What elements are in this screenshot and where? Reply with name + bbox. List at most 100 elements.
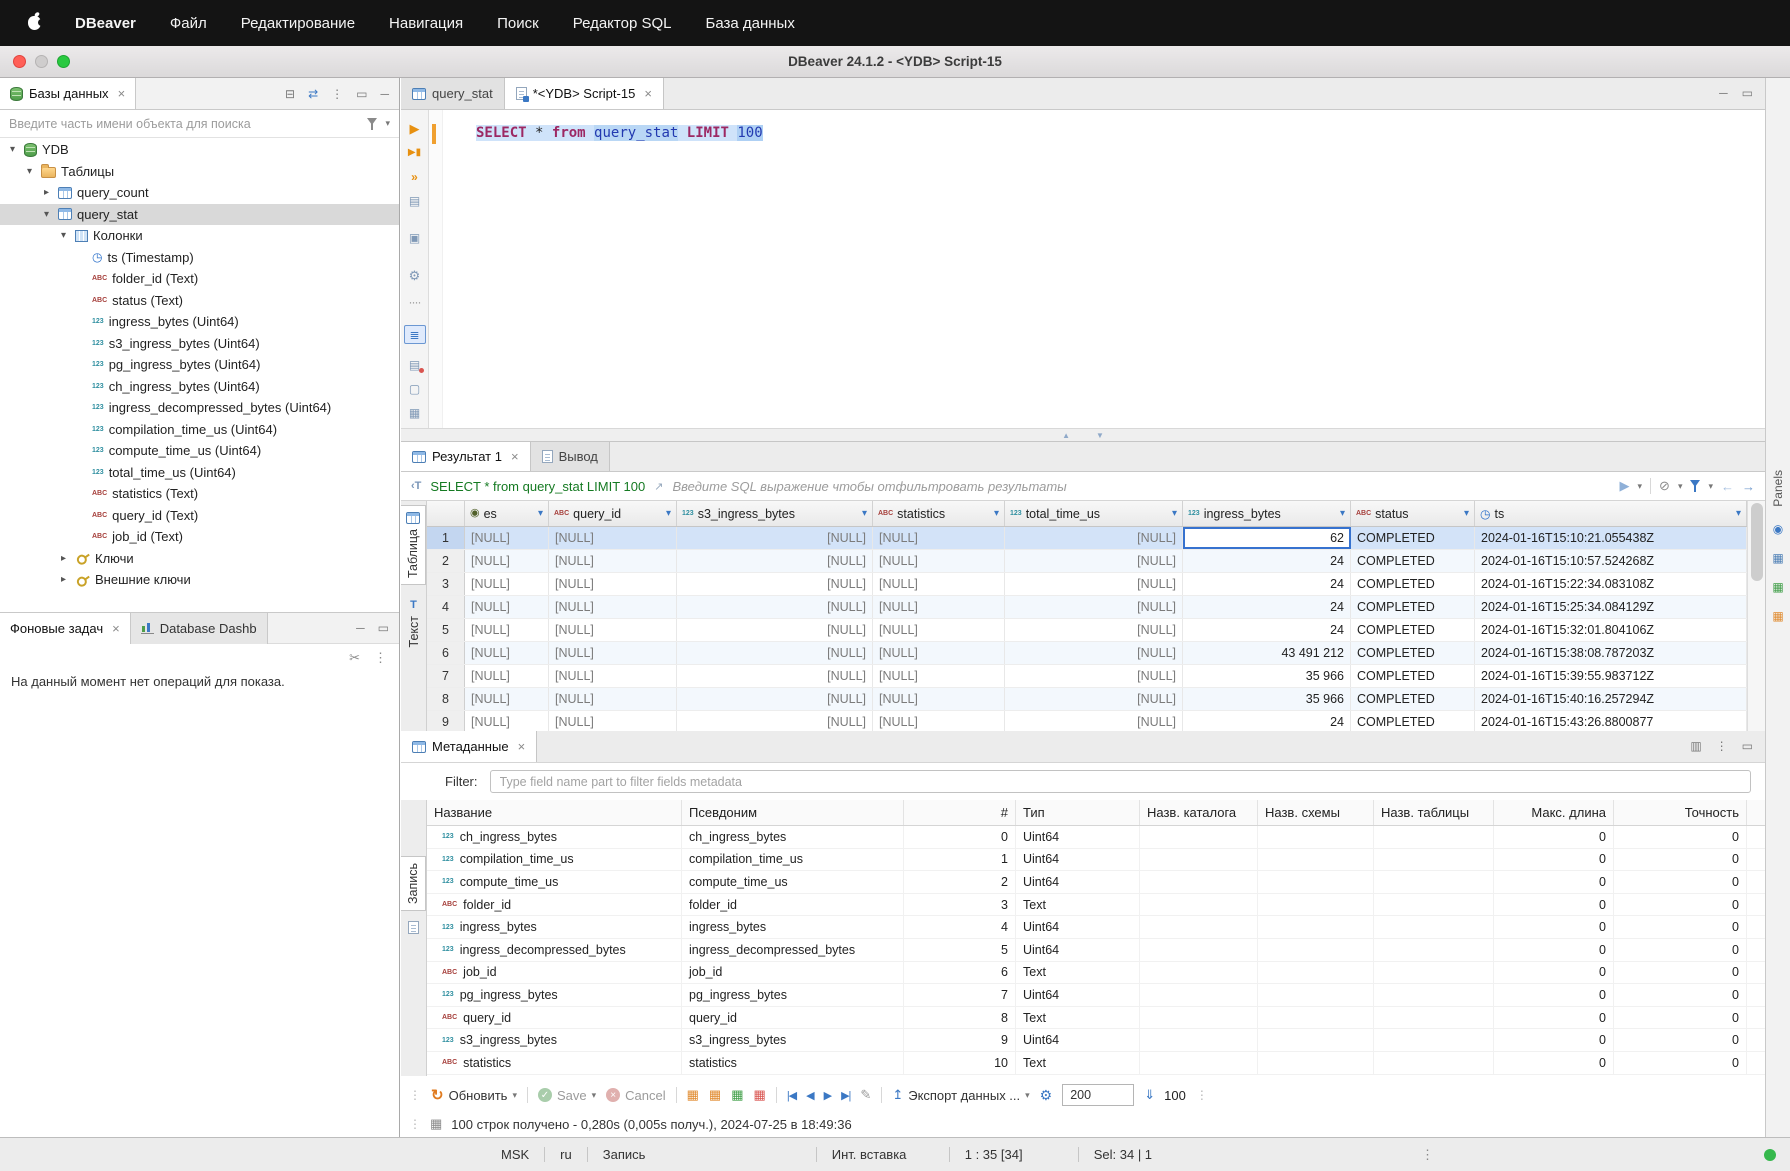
meta-cell[interactable]: 4 <box>904 916 1016 938</box>
grid-cell[interactable]: [NULL] <box>549 688 677 710</box>
grid-row[interactable]: 3[NULL][NULL][NULL][NULL][NULL]24COMPLET… <box>427 573 1747 596</box>
meta-cell[interactable] <box>1258 939 1374 961</box>
minimize-panel-icon[interactable]: ─ <box>356 621 365 635</box>
meta-cell[interactable] <box>1140 1029 1258 1051</box>
grid-cell[interactable]: [NULL] <box>465 619 549 641</box>
scrollbar-thumb[interactable] <box>1751 503 1763 581</box>
meta-cell[interactable] <box>1140 826 1258 848</box>
results-grid[interactable]: ◉es▾ABCquery_id▾123s3_ingress_bytes▾ABCs… <box>427 501 1747 731</box>
grid-cell[interactable]: [NULL] <box>1005 573 1183 595</box>
meta-cell[interactable]: 0 <box>1614 1007 1747 1029</box>
meta-cell[interactable]: 2 <box>904 871 1016 893</box>
meta-cell[interactable] <box>1140 939 1258 961</box>
tree-item[interactable]: 123compilation_time_us (Uint64) <box>0 419 399 441</box>
grid-cell[interactable]: [NULL] <box>1005 688 1183 710</box>
cancel-task-icon[interactable]: ✂ <box>349 650 360 666</box>
meta-cell[interactable]: 6 <box>904 962 1016 984</box>
meta-cell[interactable] <box>1140 1052 1258 1074</box>
column-sort-dropdown-icon[interactable]: ▾ <box>1736 508 1741 519</box>
meta-row[interactable]: 123compute_time_uscompute_time_us2Uint64… <box>427 871 1765 894</box>
meta-cell[interactable]: 0 <box>1614 984 1747 1006</box>
grid-cell[interactable]: 43 491 212 <box>1183 642 1351 664</box>
meta-cell[interactable]: 0 <box>1494 894 1614 916</box>
grid-cell[interactable]: [NULL] <box>873 550 1005 572</box>
new-script-icon[interactable]: ▢ <box>404 379 426 398</box>
column-header-total_time_us[interactable]: 123total_time_us▾ <box>1005 501 1183 526</box>
close-icon[interactable]: × <box>511 449 519 464</box>
refresh-caret-icon[interactable]: ▾ <box>512 1090 517 1101</box>
close-icon[interactable]: × <box>644 86 652 101</box>
grid-row[interactable]: 5[NULL][NULL][NULL][NULL][NULL]24COMPLET… <box>427 619 1747 642</box>
clear-filter-icon[interactable]: ⊘ <box>1659 478 1670 494</box>
meta-cell[interactable]: 0 <box>1614 894 1747 916</box>
meta-cell[interactable]: query_id <box>682 1007 904 1029</box>
apply-filter-icon[interactable]: ▶ <box>1620 478 1630 494</box>
meta-cell[interactable]: 0 <box>1614 871 1747 893</box>
grid-cell[interactable]: [NULL] <box>1005 550 1183 572</box>
grid-cell[interactable]: [NULL] <box>465 550 549 572</box>
grid-row-number[interactable]: 2 <box>427 550 465 572</box>
grid-cell[interactable]: COMPLETED <box>1351 642 1475 664</box>
meta-cell[interactable]: 3 <box>904 894 1016 916</box>
grid-cell[interactable]: 2024-01-16T15:39:55.983712Z <box>1475 665 1747 687</box>
meta-row[interactable]: 123pg_ingress_bytespg_ingress_bytes7Uint… <box>427 984 1765 1007</box>
grid-cell[interactable]: [NULL] <box>549 596 677 618</box>
copy-record-icon[interactable] <box>408 921 419 934</box>
meta-column-header[interactable]: Псевдоним <box>682 800 904 825</box>
meta-cell[interactable] <box>1140 871 1258 893</box>
execute-sql-new-tab-icon[interactable]: ▶▮ <box>404 143 426 162</box>
panels-layout-icon[interactable]: ▦ <box>404 404 426 423</box>
menu-item-1[interactable]: Файл <box>170 15 207 32</box>
fetch-size-input[interactable] <box>1062 1084 1134 1106</box>
grid-cell[interactable]: [NULL] <box>873 619 1005 641</box>
meta-cell[interactable] <box>1140 849 1258 871</box>
tree-item[interactable]: 123total_time_us (Uint64) <box>0 462 399 484</box>
maximize-panel-icon[interactable]: ▭ <box>356 87 367 101</box>
grid-cell[interactable]: [NULL] <box>549 619 677 641</box>
grid-cell[interactable]: 2024-01-16T15:10:57.524268Z <box>1475 550 1747 572</box>
value-panel-icon[interactable]: ◉ <box>1773 522 1783 536</box>
column-header-es[interactable]: ◉es▾ <box>465 501 549 526</box>
search-filter-funnel-icon[interactable] <box>367 118 377 130</box>
grid-panel-icon[interactable]: ▦ <box>1772 551 1783 565</box>
statusbar-item-5[interactable]: Sel: 34 | 1 <box>1079 1147 1211 1162</box>
grid-cell[interactable]: [NULL] <box>677 688 873 710</box>
tree-collapse-icon[interactable]: ▾ <box>6 144 19 155</box>
grid-row[interactable]: 1[NULL][NULL][NULL][NULL][NULL]62COMPLET… <box>427 527 1747 550</box>
meta-cell[interactable] <box>1374 916 1494 938</box>
grid-row[interactable]: 4[NULL][NULL][NULL][NULL][NULL]24COMPLET… <box>427 596 1747 619</box>
fetch-all-rows-icon[interactable]: ⇓ <box>1144 1087 1154 1103</box>
meta-cell[interactable] <box>1258 1052 1374 1074</box>
minimize-editor-icon[interactable]: ─ <box>1719 86 1728 100</box>
edit-cell-icon[interactable]: ▦ <box>687 1087 699 1103</box>
grid-cell[interactable]: 2024-01-16T15:22:34.083108Z <box>1475 573 1747 595</box>
expand-filter-icon[interactable]: ↗ <box>654 480 663 493</box>
grid-cell[interactable]: COMPLETED <box>1351 550 1475 572</box>
meta-cell-name[interactable]: ABCfolder_id <box>427 894 682 916</box>
grid-cell[interactable]: 24 <box>1183 596 1351 618</box>
grid-cell[interactable]: COMPLETED <box>1351 619 1475 641</box>
metadata-table[interactable]: НазваниеПсевдоним#ТипНазв. каталогаНазв.… <box>427 800 1765 1076</box>
meta-cell[interactable]: compute_time_us <box>682 871 904 893</box>
tree-item[interactable]: ▸Ключи <box>0 548 399 570</box>
grid-cell[interactable]: [NULL] <box>465 573 549 595</box>
grid-cell[interactable]: COMPLETED <box>1351 711 1475 731</box>
meta-cell[interactable]: 0 <box>1614 849 1747 871</box>
meta-cell[interactable]: Text <box>1016 1052 1140 1074</box>
tree-item[interactable]: 123s3_ingress_bytes (Uint64) <box>0 333 399 355</box>
menu-item-6[interactable]: База данных <box>705 15 794 32</box>
meta-column-header[interactable]: Назв. каталога <box>1140 800 1258 825</box>
toolbar-overflow-icon[interactable]: ⋮ <box>1196 1088 1208 1102</box>
grid-cell[interactable]: 35 966 <box>1183 665 1351 687</box>
meta-cell[interactable] <box>1374 826 1494 848</box>
meta-cell[interactable]: 0 <box>1494 962 1614 984</box>
meta-cell[interactable]: 0 <box>1614 1029 1747 1051</box>
history-back-icon[interactable]: ← <box>1721 479 1734 494</box>
meta-cell[interactable] <box>1374 1052 1494 1074</box>
meta-cell[interactable]: ch_ingress_bytes <box>682 826 904 848</box>
first-row-icon[interactable]: |◀ <box>787 1089 796 1102</box>
grid-row-number[interactable]: 1 <box>427 527 465 549</box>
custom-filter-icon[interactable]: ‹T <box>411 480 421 492</box>
delete-row-icon[interactable]: ▦ <box>754 1087 766 1103</box>
maximize-panel-icon[interactable]: ▭ <box>378 621 389 635</box>
